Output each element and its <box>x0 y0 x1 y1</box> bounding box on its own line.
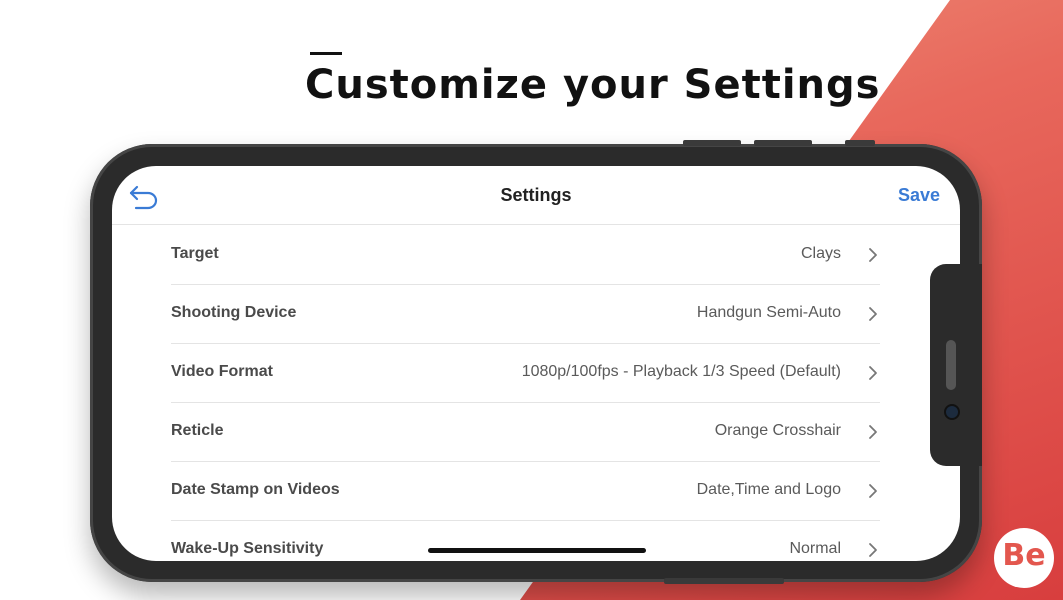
chevron-right-icon <box>869 484 877 498</box>
row-value: Orange Crosshair <box>714 422 841 439</box>
chevron-right-icon <box>869 307 877 321</box>
brand-logo: Be <box>994 528 1054 588</box>
row-label: Date Stamp on Videos <box>171 481 340 498</box>
phone-button-bottom <box>664 578 784 584</box>
row-label: Video Format <box>171 363 273 380</box>
row-label: Shooting Device <box>171 304 297 321</box>
row-value: Handgun Semi-Auto <box>696 304 841 321</box>
chevron-right-icon <box>869 425 877 439</box>
phone-button-top-3 <box>845 140 875 146</box>
page-headline: Customize your Settings <box>305 62 881 108</box>
navigation-bar: Settings Save <box>112 166 960 225</box>
row-value: Normal <box>789 540 841 557</box>
headline-dash <box>310 52 342 55</box>
row-label: Reticle <box>171 422 224 439</box>
chevron-right-icon <box>869 366 877 380</box>
brand-logo-text: Be <box>1002 538 1046 573</box>
settings-row-shooting-device[interactable]: Shooting Device Handgun Semi-Auto <box>171 284 880 344</box>
settings-row-target[interactable]: Target Clays <box>171 225 880 285</box>
save-button[interactable]: Save <box>898 185 940 206</box>
row-value: Date,Time and Logo <box>696 481 841 498</box>
row-label: Wake-Up Sensitivity <box>171 540 324 557</box>
chevron-right-icon <box>869 248 877 262</box>
settings-row-video-format[interactable]: Video Format 1080p/100fps - Playback 1/3… <box>171 343 880 403</box>
settings-row-reticle[interactable]: Reticle Orange Crosshair <box>171 402 880 462</box>
phone-button-top-2 <box>754 140 812 146</box>
speaker-grille <box>946 340 956 390</box>
phone-notch <box>930 264 982 466</box>
home-indicator <box>428 548 646 553</box>
row-label: Target <box>171 245 219 262</box>
row-value: 1080p/100fps - Playback 1/3 Speed (Defau… <box>521 363 841 380</box>
phone-button-top-1 <box>683 140 741 146</box>
nav-title: Settings <box>500 185 572 205</box>
phone-screen: Settings Save Target Clays Shooting Devi… <box>112 166 960 561</box>
front-camera <box>944 404 960 420</box>
settings-row-date-stamp[interactable]: Date Stamp on Videos Date,Time and Logo <box>171 461 880 521</box>
row-value: Clays <box>800 245 841 262</box>
settings-row-wake-up-sensitivity[interactable]: Wake-Up Sensitivity Normal <box>171 520 880 561</box>
chevron-right-icon <box>869 543 877 557</box>
